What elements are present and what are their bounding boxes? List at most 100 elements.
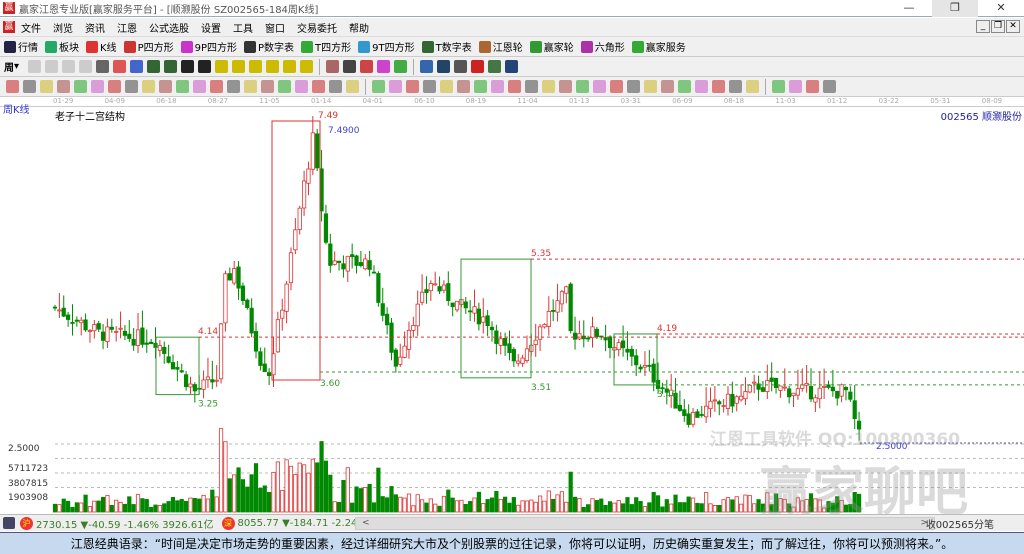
tool-icon[interactable] xyxy=(437,60,451,73)
indicator-icon[interactable] xyxy=(772,80,785,93)
horizontal-scrollbar[interactable]: < > xyxy=(355,517,935,530)
indicator-icon[interactable] xyxy=(627,80,640,93)
indicator-icon[interactable] xyxy=(491,80,504,93)
tool-icon[interactable] xyxy=(45,60,59,73)
indicator-icon[interactable] xyxy=(789,80,802,93)
indicator-icon[interactable] xyxy=(389,80,402,93)
indicator-icon[interactable] xyxy=(823,80,836,93)
indicator-icon[interactable] xyxy=(525,80,538,93)
indicator-icon[interactable] xyxy=(227,80,240,93)
tool-icon[interactable] xyxy=(266,60,280,73)
indicator-icon[interactable] xyxy=(474,80,487,93)
tool-icon[interactable] xyxy=(420,60,434,73)
indicator-icon[interactable] xyxy=(457,80,470,93)
indicator-icon[interactable] xyxy=(295,80,308,93)
menu-item[interactable]: 江恩 xyxy=(117,20,137,35)
indicator-icon[interactable] xyxy=(423,80,436,93)
tool-icon[interactable] xyxy=(62,60,76,73)
menu-item[interactable]: 设置 xyxy=(201,20,221,35)
kline-chart[interactable]: 4.14 3.25 7.49 7.4900 3.60 5.35 3.51 4.19 3.40 2.… xyxy=(0,107,1024,514)
mdi-close-button[interactable]: ✕ xyxy=(1006,20,1020,33)
tool-icon[interactable] xyxy=(181,60,195,73)
tool-icon[interactable] xyxy=(283,60,297,73)
indicator-icon[interactable] xyxy=(91,80,104,93)
indicator-icon[interactable] xyxy=(176,80,189,93)
indicator-icon[interactable] xyxy=(278,80,291,93)
tool-icon[interactable] xyxy=(96,60,110,73)
toolbar-button[interactable]: 板块 xyxy=(45,39,79,54)
tool-icon[interactable] xyxy=(505,60,519,73)
indicator-icon[interactable] xyxy=(746,80,759,93)
toolbar-button[interactable]: 六角形 xyxy=(580,39,625,54)
indicator-icon[interactable] xyxy=(312,80,325,93)
menu-item[interactable]: 浏览 xyxy=(53,20,73,35)
indicator-icon[interactable] xyxy=(193,80,206,93)
indicator-icon[interactable] xyxy=(244,80,257,93)
tool-icon[interactable] xyxy=(300,60,314,73)
tool-icon[interactable] xyxy=(215,60,229,73)
menu-item[interactable]: 文件 xyxy=(21,20,41,35)
indicator-icon[interactable] xyxy=(729,80,742,93)
minimize-button[interactable]: — xyxy=(886,0,932,17)
period-select[interactable]: 周 ▾ xyxy=(4,59,19,74)
menu-item[interactable]: 窗口 xyxy=(265,20,285,35)
indicator-icon[interactable] xyxy=(593,80,606,93)
tool-icon[interactable] xyxy=(488,60,502,73)
indicator-icon[interactable] xyxy=(210,80,223,93)
indicator-icon[interactable] xyxy=(159,80,172,93)
menu-item[interactable]: 资讯 xyxy=(85,20,105,35)
toolbar-button[interactable]: T四方形 xyxy=(301,39,351,54)
tool-icon[interactable] xyxy=(249,60,263,73)
calculator-icon[interactable] xyxy=(3,517,15,529)
tool-icon[interactable] xyxy=(343,60,357,73)
toolbar-button[interactable]: P数字表 xyxy=(244,39,294,54)
indicator-icon[interactable] xyxy=(712,80,725,93)
indicator-icon[interactable] xyxy=(542,80,555,93)
indicator-icon[interactable] xyxy=(125,80,138,93)
indicator-icon[interactable] xyxy=(108,80,121,93)
toolbar-button[interactable]: 赢家轮 xyxy=(529,39,574,54)
toolbar-button[interactable]: 江恩轮 xyxy=(478,39,523,54)
indicator-icon[interactable] xyxy=(346,80,359,93)
toolbar-button[interactable]: K线 xyxy=(86,39,117,54)
mdi-restore-button[interactable]: ❐ xyxy=(991,20,1005,33)
tool-icon[interactable] xyxy=(377,60,391,73)
tool-icon[interactable] xyxy=(471,60,485,73)
tool-icon[interactable] xyxy=(147,60,161,73)
tool-icon[interactable] xyxy=(360,60,374,73)
menu-item[interactable]: 公式选股 xyxy=(149,20,189,35)
tool-icon[interactable] xyxy=(454,60,468,73)
indicator-icon[interactable] xyxy=(6,80,19,93)
maximize-button[interactable]: ❐ xyxy=(932,0,978,17)
close-button[interactable]: ✕ xyxy=(978,0,1024,17)
indicator-icon[interactable] xyxy=(372,80,385,93)
tool-icon[interactable] xyxy=(326,60,340,73)
toolbar-button[interactable]: 赢家服务 xyxy=(631,39,686,54)
menu-item[interactable]: 交易委托 xyxy=(297,20,337,35)
indicator-icon[interactable] xyxy=(23,80,36,93)
toolbar-button[interactable]: P四方形 xyxy=(123,39,174,54)
toolbar-button[interactable]: 行情 xyxy=(4,39,38,54)
toolbar-button[interactable]: 9T四方形 xyxy=(358,39,415,54)
indicator-icon[interactable] xyxy=(610,80,623,93)
indicator-icon[interactable] xyxy=(576,80,589,93)
toolbar-button[interactable]: 9P四方形 xyxy=(180,39,237,54)
tool-icon[interactable] xyxy=(198,60,212,73)
indicator-icon[interactable] xyxy=(440,80,453,93)
indicator-icon[interactable] xyxy=(695,80,708,93)
indicator-icon[interactable] xyxy=(329,80,342,93)
mdi-minimize-button[interactable]: _ xyxy=(976,20,990,33)
indicator-icon[interactable] xyxy=(806,80,819,93)
menu-item[interactable]: 工具 xyxy=(233,20,253,35)
tool-icon[interactable] xyxy=(79,60,93,73)
indicator-icon[interactable] xyxy=(57,80,70,93)
menu-item[interactable]: 帮助 xyxy=(349,20,369,35)
tool-icon[interactable] xyxy=(164,60,178,73)
tool-icon[interactable] xyxy=(113,60,127,73)
indicator-icon[interactable] xyxy=(261,80,274,93)
toolbar-button[interactable]: T数字表 xyxy=(421,39,472,54)
indicator-icon[interactable] xyxy=(508,80,521,93)
tool-icon[interactable] xyxy=(232,60,246,73)
indicator-icon[interactable] xyxy=(40,80,53,93)
indicator-icon[interactable] xyxy=(678,80,691,93)
